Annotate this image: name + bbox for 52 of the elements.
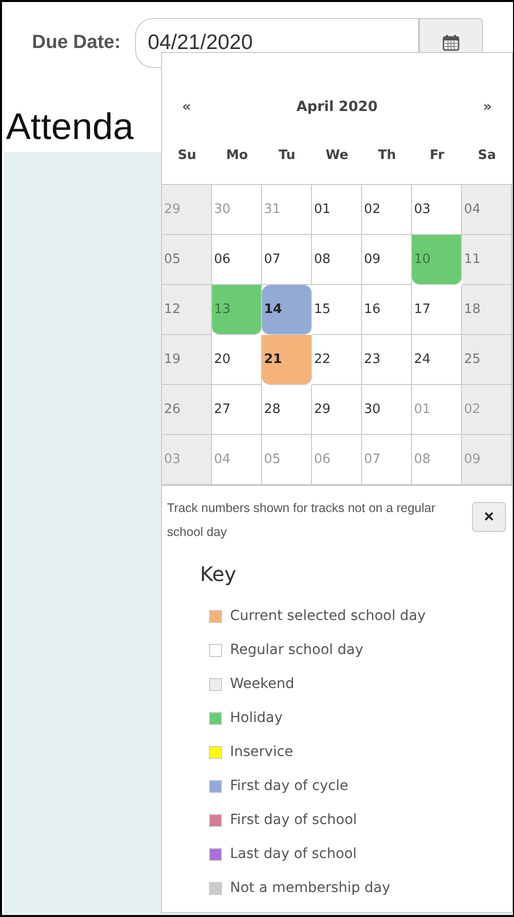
- legend-label: Inservice: [230, 744, 294, 760]
- legend-label: Current selected school day: [230, 608, 426, 624]
- calendar-day[interactable]: 16: [362, 285, 412, 335]
- page-title: Attenda: [6, 106, 134, 148]
- calendar-day[interactable]: 21: [262, 335, 312, 385]
- legend-label: First day of cycle: [230, 778, 348, 794]
- calendar-day[interactable]: 08: [312, 235, 362, 285]
- calendar-day[interactable]: 22: [312, 335, 362, 385]
- legend-label: Holiday: [230, 710, 283, 726]
- legend-label: Last day of school: [230, 846, 357, 862]
- close-button[interactable]: ×: [472, 502, 506, 532]
- month-title: April 2020: [296, 99, 378, 115]
- previous-month-link[interactable]: «: [182, 99, 192, 115]
- legend-label: Weekend: [230, 676, 294, 692]
- calendar-day[interactable]: 05: [162, 235, 212, 285]
- calendar-day[interactable]: 20: [212, 335, 262, 385]
- track-note: Track numbers shown for tracks not on a regular school day: [167, 500, 436, 541]
- calendar-day[interactable]: 24: [412, 335, 462, 385]
- due-date-label: Due Date:: [32, 32, 121, 54]
- calendar-day[interactable]: 14: [262, 285, 312, 335]
- calendar-day[interactable]: 18: [462, 285, 512, 335]
- calendar-day[interactable]: 04: [462, 185, 512, 235]
- calendar-day[interactable]: 12: [162, 285, 212, 335]
- calendar-day[interactable]: 28: [262, 385, 312, 435]
- calendar-day[interactable]: 11: [462, 235, 512, 285]
- calendar-day[interactable]: 30: [362, 385, 412, 435]
- weekday-header: Sa: [476, 148, 498, 162]
- calendar-day[interactable]: 19: [162, 335, 212, 385]
- calendar-day[interactable]: 06: [212, 235, 262, 285]
- calendar-day[interactable]: 27: [212, 385, 262, 435]
- calendar-day[interactable]: 02: [362, 185, 412, 235]
- next-month-link[interactable]: »: [482, 99, 492, 115]
- legend-label: First day of school: [230, 812, 357, 828]
- calendar-day[interactable]: 29: [312, 385, 362, 435]
- key-heading: Key: [200, 562, 238, 586]
- weekday-header: Mo: [225, 148, 249, 162]
- weekday-header: Fr: [428, 148, 446, 162]
- calendar-day[interactable]: 09: [362, 235, 412, 285]
- legend-label: Not a membership day: [230, 880, 390, 896]
- calendar-day[interactable]: 17: [412, 285, 462, 335]
- weekday-header: We: [324, 148, 350, 162]
- weekday-header: Su: [176, 148, 198, 162]
- calendar-day[interactable]: 01: [312, 185, 362, 235]
- calendar-day[interactable]: 26: [162, 385, 212, 435]
- calendar-day[interactable]: 15: [312, 285, 362, 335]
- calendar-day[interactable]: 03: [412, 185, 462, 235]
- calendar-day[interactable]: 07: [262, 235, 312, 285]
- calendar-day[interactable]: 25: [462, 335, 512, 385]
- weekday-header: Th: [376, 148, 398, 162]
- calendar-day[interactable]: 23: [362, 335, 412, 385]
- weekday-header: Tu: [278, 148, 296, 162]
- legend-label: Regular school day: [230, 642, 364, 658]
